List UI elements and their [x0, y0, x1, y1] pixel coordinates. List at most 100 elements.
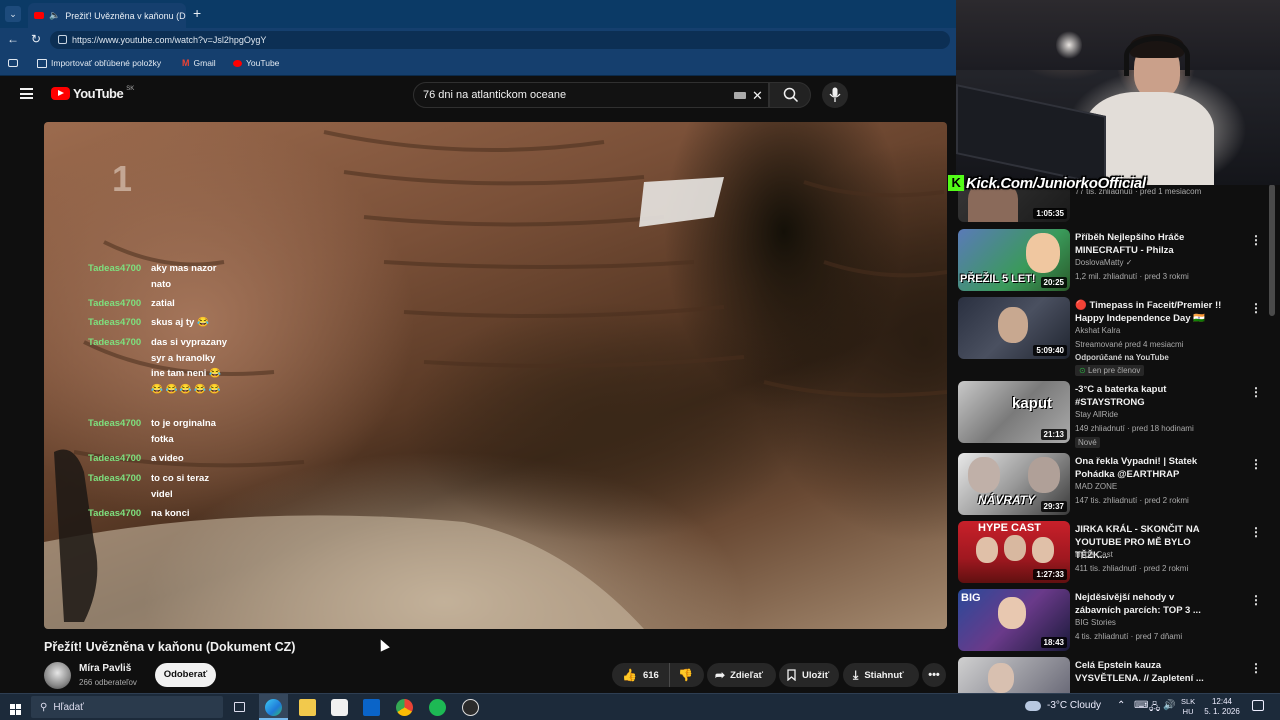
members-only-badge: ⊙ Len pre členov: [1075, 365, 1145, 376]
thumbnail-caption: HYPE CAST: [978, 522, 1041, 534]
channel-name[interactable]: BIG Stories: [1075, 618, 1116, 627]
tab-list-button[interactable]: ⌄: [5, 6, 21, 22]
video-title[interactable]: Celá Epstein kauza VYSVĚTLENA. // Zaplet…: [1075, 659, 1215, 685]
members-icon: ⊙: [1079, 366, 1086, 375]
refresh-icon[interactable]: ↻: [31, 32, 41, 46]
chat-overlay: Tadeas4700 aky mas nazor nato Tadeas4700 z…: [88, 245, 238, 545]
video-meta: 411 tis. zhliadnutí · pred 2 rokmi: [1075, 564, 1189, 573]
video-thumbnail[interactable]: kaput 21:13: [958, 381, 1070, 443]
language-indicator[interactable]: SLK HU: [1181, 697, 1195, 717]
clear-search-icon[interactable]: ✕: [752, 88, 763, 104]
webcam-overlay: [956, 0, 1280, 185]
video-thumbnail[interactable]: NÁVRATY 29:37: [958, 453, 1070, 515]
kebab-menu-icon[interactable]: ⋮: [1250, 457, 1262, 471]
tab-active[interactable]: 🔈 Prežiť! Uvězněna v kaňonu (D ✕: [28, 3, 186, 28]
bookmarks-bar: Importovať obľúbené položky M Gmail YouT…: [0, 52, 956, 76]
video-title[interactable]: Nejděsivější nehody v zábavních parcích:…: [1075, 591, 1215, 617]
video-title[interactable]: Příběh Nejlepšího Hráče MINECRAFTU - Phi…: [1075, 231, 1215, 257]
recommendation-item[interactable]: NÁVRATY 29:37 Ona řekla Vypadni! | State…: [958, 453, 1270, 517]
channel-name[interactable]: MAD ZONE: [1075, 482, 1117, 491]
voice-search-button[interactable]: [822, 82, 848, 108]
thumbs-down-icon: 👎: [678, 668, 693, 682]
bookmark-gmail[interactable]: M Gmail: [182, 58, 216, 68]
bookmark-label: YouTube: [246, 58, 280, 68]
subscribe-button[interactable]: Odoberať: [155, 663, 216, 687]
video-thumbnail[interactable]: HYPE CAST 1:27:33: [958, 521, 1070, 583]
kick-logo-icon: K: [948, 175, 964, 191]
file-explorer-icon[interactable]: [299, 699, 316, 716]
new-tab-button[interactable]: +: [193, 5, 201, 21]
bookmark-import[interactable]: Importovať obľúbené položky: [37, 58, 161, 68]
video-player[interactable]: 1 Tadeas4700 aky mas nazor nato Tadeas470…: [44, 122, 947, 629]
person-face: [1032, 537, 1054, 563]
store-icon[interactable]: [331, 699, 348, 716]
volume-icon[interactable]: 🔊: [1163, 700, 1175, 711]
menu-icon[interactable]: [20, 88, 33, 99]
channel-name[interactable]: Míra Pavliš: [79, 663, 131, 674]
channel-name[interactable]: Stay AllRide: [1075, 410, 1118, 419]
dislike-button[interactable]: 👎: [670, 668, 693, 682]
sidebar-toggle-icon[interactable]: [8, 59, 18, 67]
speaker-icon[interactable]: 🔈: [49, 10, 60, 21]
keyboard-icon[interactable]: [734, 92, 746, 99]
recommendation-item[interactable]: HYPE CAST 1:27:33 JIRKA KRÁL - SKONČIT N…: [958, 521, 1270, 585]
weather-widget[interactable]: -3°C Cloudy: [1025, 700, 1101, 711]
region-code: SK: [126, 86, 135, 92]
channel-avatar[interactable]: [44, 662, 71, 689]
clock-date: 5. 1. 2026: [1204, 707, 1240, 716]
channel-name[interactable]: Hype-Cast: [1075, 550, 1113, 559]
download-button[interactable]: ⤓ Stiahnuť: [843, 663, 919, 687]
channel-name[interactable]: DoslovaMatty ✓: [1075, 258, 1132, 267]
recommendation-item[interactable]: BIG 18:43 Nejděsivější nehody v zábavníc…: [958, 589, 1270, 653]
sidebar-scrollbar[interactable]: [1269, 184, 1275, 316]
like-button[interactable]: 👍 616: [612, 663, 670, 687]
outlook-icon[interactable]: [363, 699, 380, 716]
video-duration: 29:37: [1040, 501, 1067, 512]
share-button[interactable]: ➦ Zdieľať: [707, 663, 776, 687]
obs-icon[interactable]: [462, 699, 479, 716]
video-thumbnail[interactable]: BIG 18:43: [958, 589, 1070, 651]
task-view-icon[interactable]: [234, 702, 245, 712]
channel-name[interactable]: Akshat Kalra: [1075, 326, 1120, 335]
save-button[interactable]: Uložiť: [779, 663, 839, 687]
recommendation-item[interactable]: kaput 21:13 -3°C a baterka kaput #STAYST…: [958, 381, 1270, 448]
subscriber-count: 266 odberateľov: [79, 678, 137, 687]
youtube-logo[interactable]: YouTube SK: [51, 86, 134, 101]
tray-chevron-icon[interactable]: ⌃: [1117, 700, 1125, 711]
recommendation-item[interactable]: PŘEŽIL 5 LET! 20:25 Příběh Nejlepšího Hr…: [958, 229, 1270, 293]
kebab-menu-icon[interactable]: ⋮: [1250, 385, 1262, 399]
chrome-icon[interactable]: [396, 699, 413, 716]
recommendation-item[interactable]: Celá Epstein kauza VYSVĚTLENA. // Zaplet…: [958, 657, 1270, 693]
taskbar-search-box[interactable]: ⚲ Hľadať: [31, 696, 223, 718]
notification-icon[interactable]: [1252, 700, 1264, 711]
kebab-menu-icon[interactable]: ⋮: [1250, 661, 1262, 675]
back-icon[interactable]: ←: [7, 32, 19, 46]
recommendation-item[interactable]: 5:09:40 🔴 Timepass in Faceit/Premier !! …: [958, 297, 1270, 377]
video-title[interactable]: Ona řekla Vypadni! | Statek Pohádka @EAR…: [1075, 455, 1215, 481]
video-thumbnail[interactable]: PŘEŽIL 5 LET! 20:25: [958, 229, 1070, 291]
video-title[interactable]: -3°C a baterka kaput #STAYSTRONG: [1075, 383, 1215, 409]
site-info-icon[interactable]: [58, 35, 67, 44]
url-input[interactable]: https://www.youtube.com/watch?v=Jsl2hpgO…: [50, 31, 950, 49]
tray-icon[interactable]: ⌨: [1134, 700, 1148, 711]
search-button[interactable]: [769, 82, 811, 108]
spotify-icon[interactable]: [429, 699, 446, 716]
thumbnail-caption: PŘEŽIL 5 LET!: [960, 273, 1036, 285]
download-icon: ⤓: [853, 667, 859, 682]
kebab-menu-icon[interactable]: ⋮: [1250, 593, 1262, 607]
chat-text: aky mas nazor nato: [151, 263, 217, 290]
more-actions-button[interactable]: •••: [922, 663, 946, 687]
lang-primary: SLK: [1181, 697, 1196, 706]
kebab-menu-icon[interactable]: ⋮: [1250, 525, 1262, 539]
kebab-menu-icon[interactable]: ⋮: [1250, 301, 1262, 315]
edge-taskbar-item[interactable]: [259, 694, 288, 720]
kebab-menu-icon[interactable]: ⋮: [1250, 233, 1262, 247]
clock[interactable]: 12:44 5. 1. 2026: [1202, 697, 1242, 717]
search-input[interactable]: 76 dni na atlantickom oceane ✕: [413, 82, 769, 108]
network-icon[interactable]: 🖧: [1149, 700, 1160, 717]
video-title[interactable]: 🔴 Timepass in Faceit/Premier !! Happy In…: [1075, 299, 1225, 325]
bookmark-youtube[interactable]: YouTube: [233, 58, 279, 68]
start-button[interactable]: [10, 702, 21, 715]
video-thumbnail[interactable]: 5:09:40: [958, 297, 1070, 359]
video-thumbnail[interactable]: [958, 657, 1070, 693]
